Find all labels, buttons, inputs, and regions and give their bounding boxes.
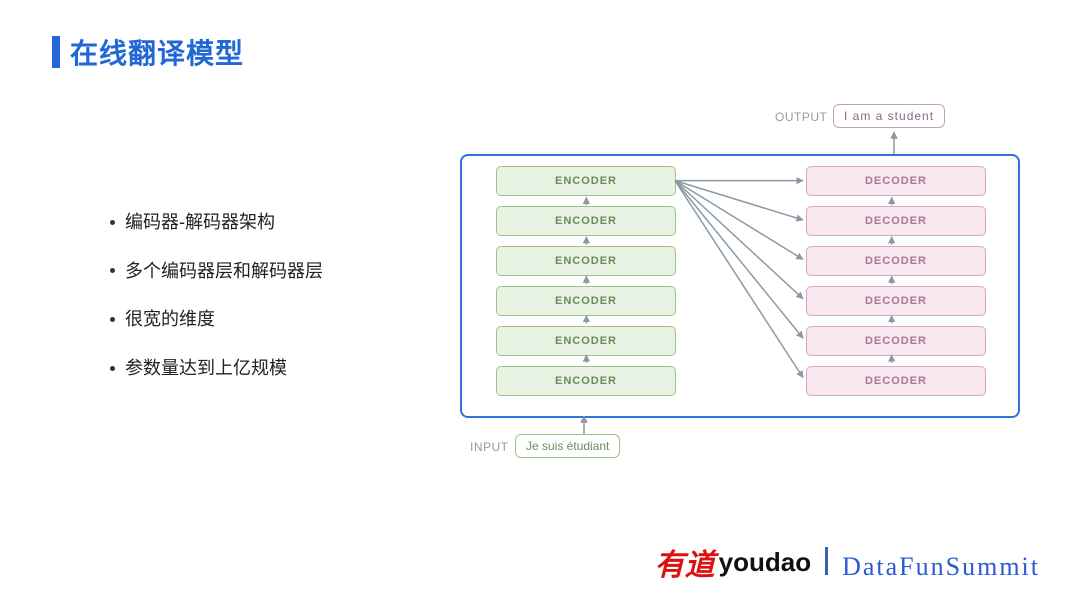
youdao-logo-cn: 有道 <box>655 540 715 584</box>
output-label: OUTPUT <box>775 110 827 124</box>
footer: 有道 youdao DataFunSummit <box>655 540 1040 584</box>
bullet-dot-icon <box>110 366 115 371</box>
bullet-text: 编码器-解码器架构 <box>125 198 275 247</box>
encoder-block: ENCODER <box>496 286 676 316</box>
decoder-block: DECODER <box>806 206 986 236</box>
youdao-logo-en: youdao <box>719 547 811 578</box>
decoder-block: DECODER <box>806 246 986 276</box>
bullet-text: 很宽的维度 <box>125 295 215 344</box>
event-name: DataFunSummit <box>842 552 1040 582</box>
input-label: INPUT <box>470 440 509 454</box>
youdao-logo: 有道 youdao <box>655 540 811 584</box>
output-box: I am a student <box>833 104 945 128</box>
footer-divider <box>825 547 828 575</box>
decoder-block: DECODER <box>806 286 986 316</box>
bullet-item: 编码器-解码器架构 <box>110 198 323 247</box>
bullet-dot-icon <box>110 317 115 322</box>
title-text: 在线翻译模型 <box>70 32 244 72</box>
bullet-item: 很宽的维度 <box>110 295 323 344</box>
input-box: Je suis étudiant <box>515 434 620 458</box>
bullet-text: 参数量达到上亿规模 <box>125 344 287 393</box>
encoder-block: ENCODER <box>496 166 676 196</box>
model-frame: ENCODER ENCODER ENCODER ENCODER ENCODER … <box>460 154 1020 418</box>
decoder-block: DECODER <box>806 326 986 356</box>
bullet-text: 多个编码器层和解码器层 <box>125 247 323 296</box>
slide-title: 在线翻译模型 <box>52 32 244 72</box>
decoder-block: DECODER <box>806 166 986 196</box>
bullet-item: 多个编码器层和解码器层 <box>110 247 323 296</box>
decoder-block: DECODER <box>806 366 986 396</box>
decoder-stack: DECODER DECODER DECODER DECODER DECODER … <box>806 166 986 396</box>
encoder-block: ENCODER <box>496 326 676 356</box>
encoder-block: ENCODER <box>496 366 676 396</box>
bullet-item: 参数量达到上亿规模 <box>110 344 323 393</box>
bullet-dot-icon <box>110 268 115 273</box>
bullet-dot-icon <box>110 220 115 225</box>
title-accent-bar <box>52 36 60 68</box>
encoder-block: ENCODER <box>496 206 676 236</box>
encoder-block: ENCODER <box>496 246 676 276</box>
encoder-stack: ENCODER ENCODER ENCODER ENCODER ENCODER … <box>496 166 676 396</box>
bullet-list: 编码器-解码器架构 多个编码器层和解码器层 很宽的维度 参数量达到上亿规模 <box>110 198 323 392</box>
architecture-diagram: OUTPUT I am a student ENCODER ENCODER EN… <box>445 110 1035 470</box>
